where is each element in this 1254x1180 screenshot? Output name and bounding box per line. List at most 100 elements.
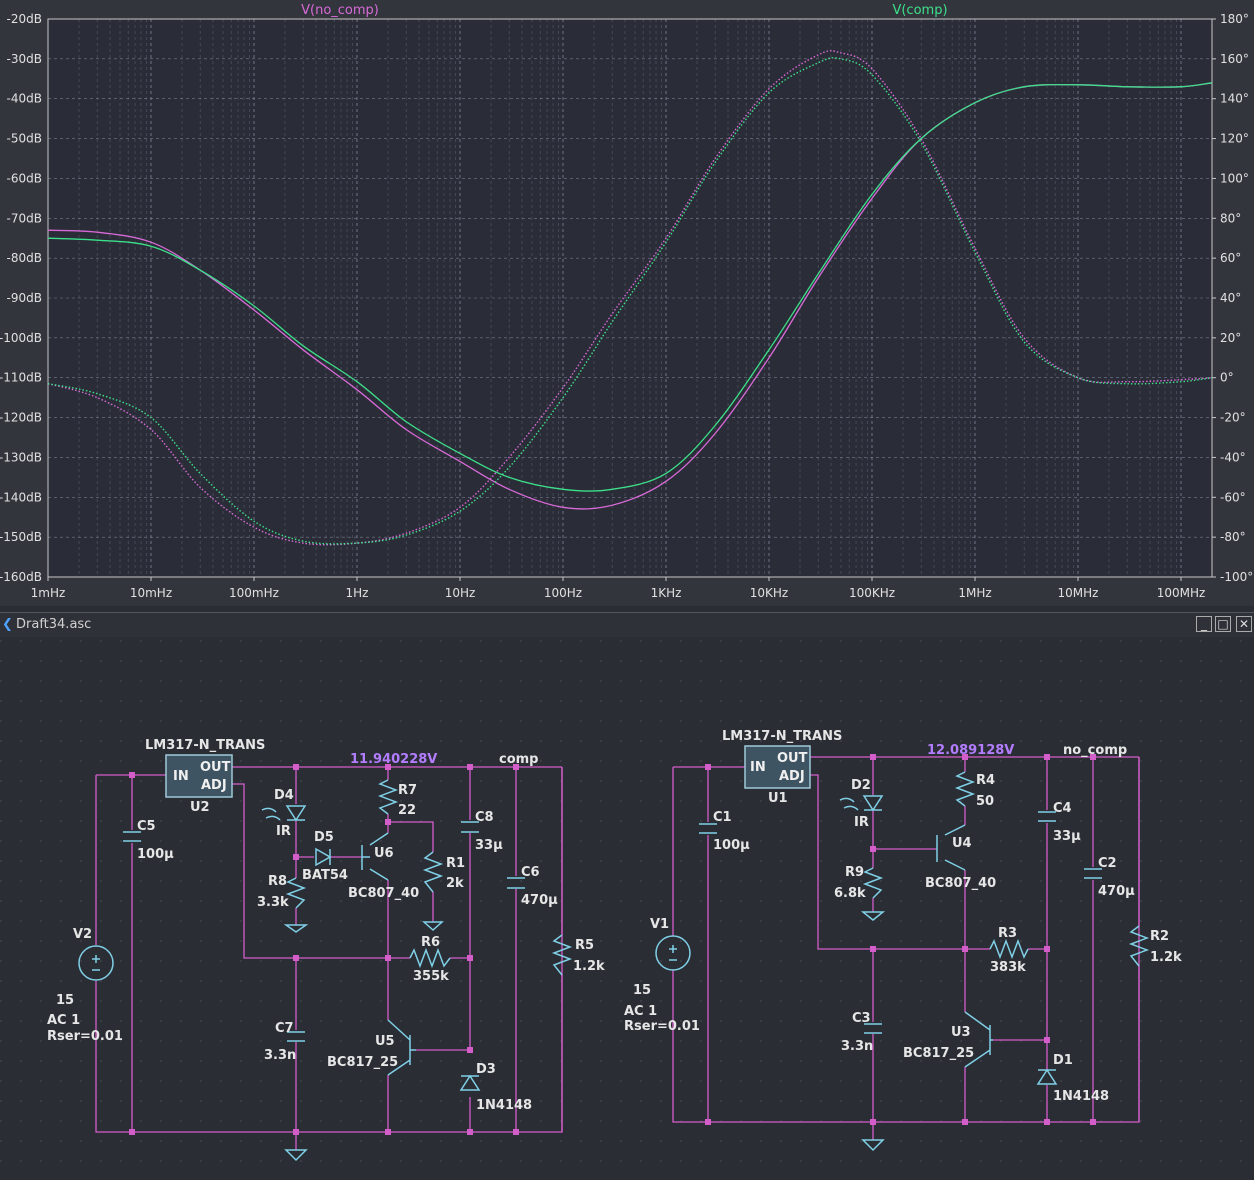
pin-in-label: IN: [173, 769, 189, 784]
schematic-pane[interactable]: LM317-N_TRANS IN OUT ADJ U2 11.940228V c…: [0, 637, 1254, 1176]
u3-ref[interactable]: U3: [951, 1025, 971, 1040]
d5-ref[interactable]: D5: [314, 830, 334, 845]
c2-val[interactable]: 470µ: [1098, 884, 1135, 899]
r8-ref[interactable]: R8: [268, 874, 287, 889]
y-right-tick-label: 120°: [1220, 132, 1249, 146]
maximize-button[interactable]: □: [1215, 616, 1231, 632]
r6-ref[interactable]: R6: [421, 935, 440, 950]
y-right-tick-label: 40°: [1220, 291, 1241, 305]
legend-comp[interactable]: V(comp): [892, 3, 947, 18]
d4-ref[interactable]: D4: [274, 788, 294, 803]
y-left-tick-label: -50dB: [7, 132, 42, 146]
y-right-tick-label: -20°: [1220, 411, 1246, 425]
reg-name-label[interactable]: LM317-N_TRANS: [722, 729, 842, 744]
d4-val[interactable]: IR: [276, 824, 291, 839]
y-left-tick-label: -60dB: [7, 171, 42, 185]
minimize-button[interactable]: _: [1196, 616, 1212, 632]
v2-rser[interactable]: Rser=0.01: [47, 1029, 123, 1044]
r1-ref[interactable]: R1: [446, 856, 465, 871]
c6-val[interactable]: 470µ: [521, 893, 558, 908]
d3-val[interactable]: 1N4148: [476, 1098, 532, 1113]
r7-ref[interactable]: R7: [398, 783, 417, 798]
r2-ref[interactable]: R2: [1150, 929, 1169, 944]
c2-ref[interactable]: C2: [1098, 856, 1117, 871]
schematic-titlebar[interactable]: ❮ Draft34.asc _ □ ✕: [0, 612, 1254, 638]
r5-ref[interactable]: R5: [575, 938, 594, 953]
c5-ref[interactable]: C5: [137, 819, 156, 834]
y-left-tick-label: -90dB: [7, 291, 42, 305]
r8-val[interactable]: 3.3k: [257, 895, 289, 910]
u4-val[interactable]: BC807_40: [925, 876, 996, 891]
r4-val[interactable]: 50: [976, 794, 994, 809]
v1-rser[interactable]: Rser=0.01: [624, 1019, 700, 1034]
d1-val[interactable]: 1N4148: [1053, 1089, 1109, 1104]
r9-ref[interactable]: R9: [845, 865, 864, 880]
schematic-canvas[interactable]: LM317-N_TRANS IN OUT ADJ U2 11.940228V c…: [0, 637, 1254, 1176]
x-tick-label: 10MHz: [1058, 586, 1099, 600]
d3-ref[interactable]: D3: [476, 1062, 496, 1077]
d1-ref[interactable]: D1: [1053, 1053, 1073, 1068]
y-left-tick-label: -20dB: [7, 12, 42, 26]
y-right-tick-labels: 180° 160° 140° 120° 100° 80° 60° 40° 20° 0° -20° -4…: [1212, 12, 1253, 584]
v2-dc[interactable]: 15: [56, 993, 74, 1008]
y-left-tick-label: -130dB: [0, 450, 42, 464]
window-title: Draft34.asc: [16, 617, 92, 632]
r1-val[interactable]: 2k: [446, 876, 464, 891]
c5-val[interactable]: 100µ: [137, 847, 174, 862]
r3-val[interactable]: 383k: [990, 960, 1026, 975]
v1-dc[interactable]: 15: [633, 983, 651, 998]
y-right-tick-label: 140°: [1220, 92, 1249, 106]
c6-ref[interactable]: C6: [521, 865, 540, 880]
c8-val[interactable]: 33µ: [475, 838, 503, 853]
c3-val[interactable]: 3.3n: [841, 1039, 873, 1054]
r5-val[interactable]: 1.2k: [573, 959, 605, 974]
y-right-tick-label: 0°: [1220, 371, 1234, 385]
r6-val[interactable]: 355k: [413, 969, 449, 984]
legend-no-comp[interactable]: V(no_comp): [301, 3, 379, 18]
u6-ref[interactable]: U6: [374, 846, 394, 861]
bode-plot[interactable]: 1mHz 10mHz 100mHz 1Hz 10Hz 100Hz 1KHz 10KHz 100K…: [0, 0, 1254, 606]
v2-ref[interactable]: V2: [73, 927, 92, 942]
c7-ref[interactable]: C7: [275, 1021, 294, 1036]
net-label-no-comp[interactable]: no_comp: [1063, 743, 1127, 758]
c1-ref[interactable]: C1: [713, 810, 732, 825]
u3-val[interactable]: BC817_25: [903, 1046, 974, 1061]
d2-ref[interactable]: D2: [851, 778, 871, 793]
waveform-plot-pane[interactable]: 1mHz 10mHz 100mHz 1Hz 10Hz 100Hz 1KHz 10KHz 100K…: [0, 0, 1254, 606]
c1-val[interactable]: 100µ: [713, 838, 750, 853]
r4-ref[interactable]: R4: [976, 773, 995, 788]
c4-val[interactable]: 33µ: [1053, 829, 1081, 844]
y-left-tick-label: -150dB: [0, 530, 42, 544]
r7-val[interactable]: 22: [398, 803, 416, 818]
v1-ac[interactable]: AC 1: [624, 1004, 657, 1019]
r9-val[interactable]: 6.8k: [834, 886, 866, 901]
y-left-tick-label: -120dB: [0, 411, 42, 425]
net-label-comp[interactable]: comp: [499, 752, 539, 767]
u5-ref[interactable]: U5: [375, 1034, 395, 1049]
close-button[interactable]: ✕: [1236, 616, 1252, 632]
c4-ref[interactable]: C4: [1053, 801, 1072, 816]
reg-name-label[interactable]: LM317-N_TRANS: [145, 738, 265, 753]
reg-ref-label[interactable]: U2: [190, 800, 210, 815]
vout-readout: 12.089128V: [927, 743, 1014, 758]
d5-val[interactable]: BAT54: [302, 868, 348, 883]
v2-ac[interactable]: AC 1: [47, 1013, 80, 1028]
y-right-tick-label: 20°: [1220, 331, 1241, 345]
c3-ref[interactable]: C3: [852, 1011, 871, 1026]
x-tick-label: 1MHz: [958, 586, 991, 600]
u5-val[interactable]: BC817_25: [327, 1055, 398, 1070]
u4-ref[interactable]: U4: [952, 836, 972, 851]
d2-val[interactable]: IR: [854, 815, 869, 830]
y-right-tick-label: 180°: [1220, 12, 1249, 26]
v1-ref[interactable]: V1: [650, 917, 669, 932]
r2-val[interactable]: 1.2k: [1150, 950, 1182, 965]
reg-ref-label[interactable]: U1: [768, 791, 788, 806]
u6-val[interactable]: BC807_40: [348, 886, 419, 901]
y-right-tick-label: -60°: [1220, 490, 1246, 504]
y-right-tick-label: -40°: [1220, 450, 1246, 464]
c8-ref[interactable]: C8: [475, 810, 494, 825]
y-right-tick-label: 100°: [1220, 171, 1249, 185]
ltspice-icon: ❮: [2, 617, 13, 632]
r3-ref[interactable]: R3: [998, 926, 1017, 941]
c7-val[interactable]: 3.3n: [264, 1048, 296, 1063]
